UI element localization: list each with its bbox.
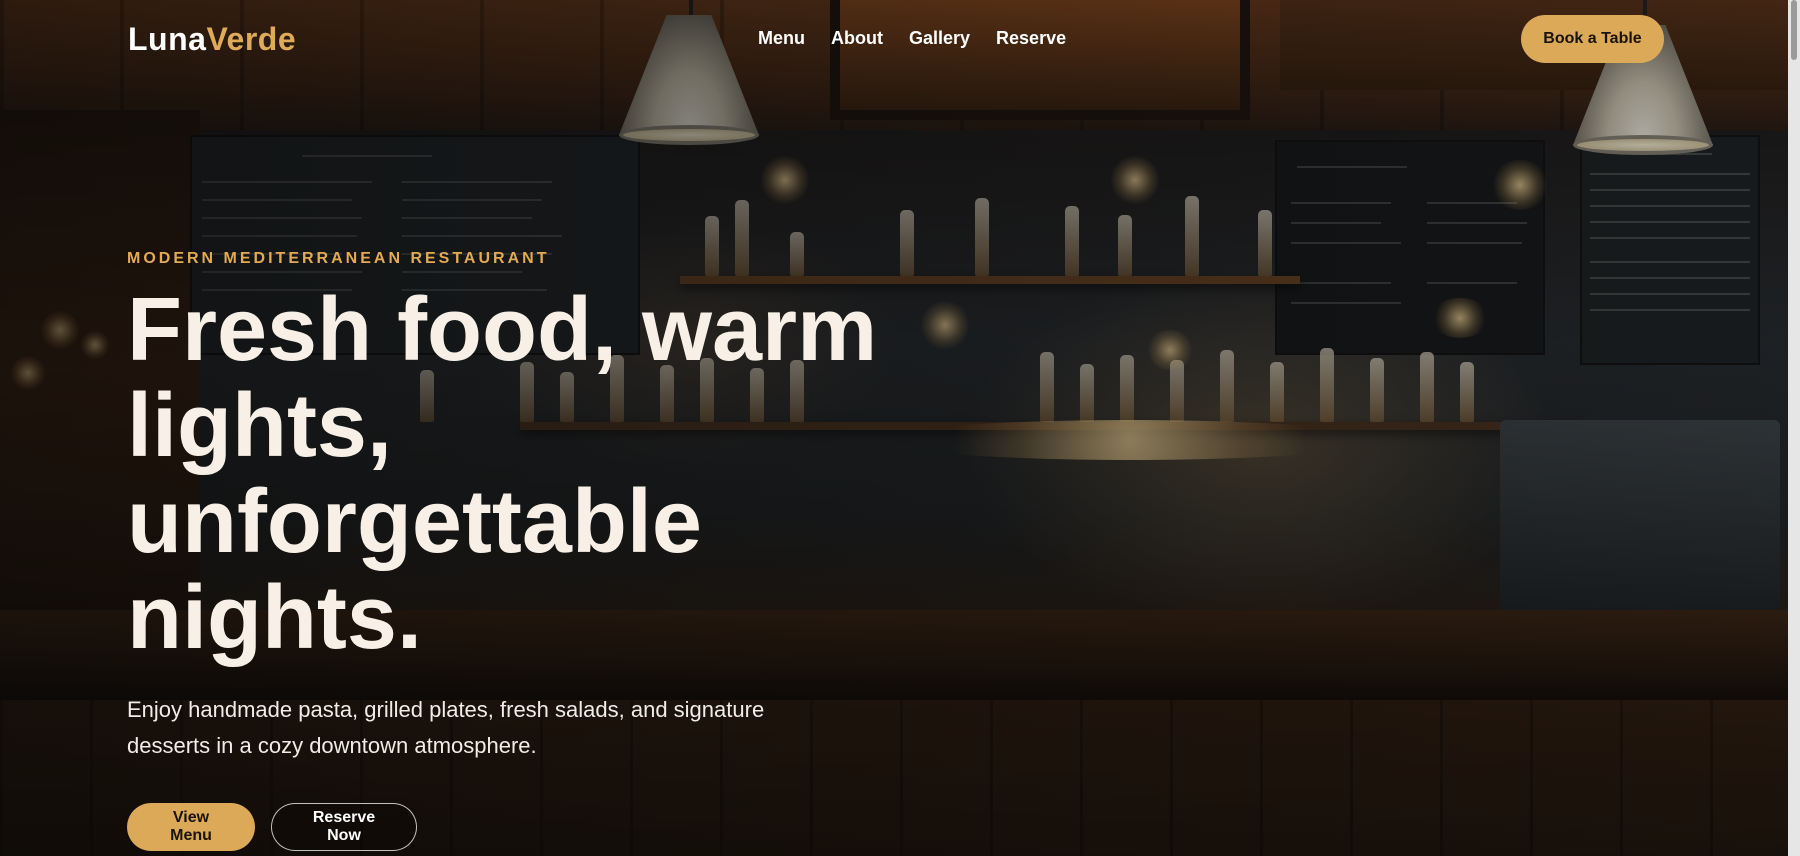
hero-subtitle: Enjoy handmade pasta, grilled plates, fr… xyxy=(127,697,765,758)
logo-part-verde: Verde xyxy=(206,21,297,57)
nav-link-menu[interactable]: Menu xyxy=(758,28,805,49)
nav-link-reserve[interactable]: Reserve xyxy=(996,28,1066,49)
brand-logo[interactable]: Luna Verde xyxy=(128,21,296,58)
book-a-table-button[interactable]: Book a Table xyxy=(1521,15,1664,63)
logo-part-luna: Luna xyxy=(128,21,207,57)
nav-link-gallery[interactable]: Gallery xyxy=(909,28,970,49)
hero-eyebrow: MODERN MEDITERRANEAN RESTAURANT xyxy=(127,250,550,267)
hero-cta-row: View Menu Reserve Now xyxy=(127,803,417,851)
page-scrollbar[interactable] xyxy=(1788,0,1800,856)
view-menu-button[interactable]: View Menu xyxy=(127,803,255,851)
reserve-now-button[interactable]: Reserve Now xyxy=(271,803,417,851)
hero-section: MODERN MEDITERRANEAN RESTAURANT Fresh fo… xyxy=(127,250,1027,764)
nav-links: Menu About Gallery Reserve xyxy=(758,28,1092,49)
nav-link-about[interactable]: About xyxy=(831,28,883,49)
top-navigation: Luna Verde Menu About Gallery Reserve Boo… xyxy=(0,0,1788,80)
hero-headline: Fresh food, warm lights, unforgettable n… xyxy=(127,280,878,668)
